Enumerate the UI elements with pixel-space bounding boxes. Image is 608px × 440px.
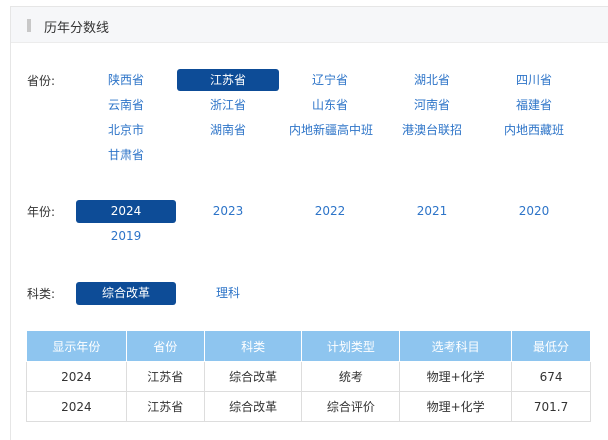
province-option-selected[interactable]: 江苏省 <box>177 69 279 91</box>
province-option[interactable]: 山东省 <box>280 94 380 116</box>
table-cell: 674 <box>511 361 591 392</box>
province-option[interactable]: 北京市 <box>76 119 176 141</box>
province-option[interactable]: 河南省 <box>382 94 482 116</box>
year-label: 年份: <box>27 205 56 219</box>
score-table: 显示年份 省份 科类 计划类型 选考科目 最低分 2024 江苏省 综合改革 统… <box>26 330 591 422</box>
year-option[interactable]: 2021 <box>382 200 482 223</box>
table-cell: 701.7 <box>511 391 591 422</box>
subject-label: 科类: <box>27 287 56 301</box>
column-header: 科类 <box>203 330 303 362</box>
column-header: 省份 <box>125 330 205 362</box>
province-option[interactable]: 云南省 <box>76 94 176 116</box>
column-header: 最低分 <box>511 330 591 362</box>
column-header: 显示年份 <box>26 330 127 362</box>
table-header-row: 显示年份 省份 科类 计划类型 选考科目 最低分 <box>26 330 591 362</box>
table-cell: 江苏省 <box>125 361 205 392</box>
province-option[interactable]: 辽宁省 <box>280 69 380 91</box>
province-option[interactable]: 内地新疆高中班 <box>280 119 382 141</box>
table-cell: 综合改革 <box>203 361 303 392</box>
province-option[interactable]: 湖南省 <box>177 119 279 141</box>
province-option[interactable]: 浙江省 <box>177 94 279 116</box>
header-accent-bar <box>27 19 31 32</box>
panel-title: 历年分数线 <box>44 21 110 36</box>
table-cell: 物理+化学 <box>399 361 513 392</box>
province-option[interactable]: 港澳台联招 <box>382 119 482 141</box>
table-cell: 2024 <box>26 391 127 422</box>
table-cell: 物理+化学 <box>399 391 513 422</box>
table-cell: 综合评价 <box>301 391 401 422</box>
province-option[interactable]: 湖北省 <box>382 69 482 91</box>
province-option[interactable]: 甘肃省 <box>76 144 176 166</box>
table-cell: 综合改革 <box>203 391 303 422</box>
year-option[interactable]: 2020 <box>484 200 584 223</box>
table-row: 2024 江苏省 综合改革 综合评价 物理+化学 701.7 <box>26 391 591 422</box>
province-option[interactable]: 陕西省 <box>76 69 176 91</box>
province-option[interactable]: 福建省 <box>484 94 584 116</box>
year-option[interactable]: 2019 <box>76 225 176 248</box>
year-option[interactable]: 2022 <box>280 200 380 223</box>
column-header: 计划类型 <box>301 330 401 362</box>
panel-header: 历年分数线 <box>11 7 608 43</box>
subject-option-selected[interactable]: 综合改革 <box>76 282 176 305</box>
table-row: 2024 江苏省 综合改革 统考 物理+化学 674 <box>26 361 591 392</box>
year-option[interactable]: 2023 <box>177 200 279 223</box>
year-option-selected[interactable]: 2024 <box>76 200 176 223</box>
province-option[interactable]: 内地西藏班 <box>484 119 584 141</box>
table-cell: 江苏省 <box>125 391 205 422</box>
province-option[interactable]: 四川省 <box>484 69 584 91</box>
subject-option[interactable]: 理科 <box>177 282 279 305</box>
table-cell: 2024 <box>26 361 127 392</box>
table-cell: 统考 <box>301 361 401 392</box>
province-label: 省份: <box>27 74 56 88</box>
column-header: 选考科目 <box>399 330 513 362</box>
